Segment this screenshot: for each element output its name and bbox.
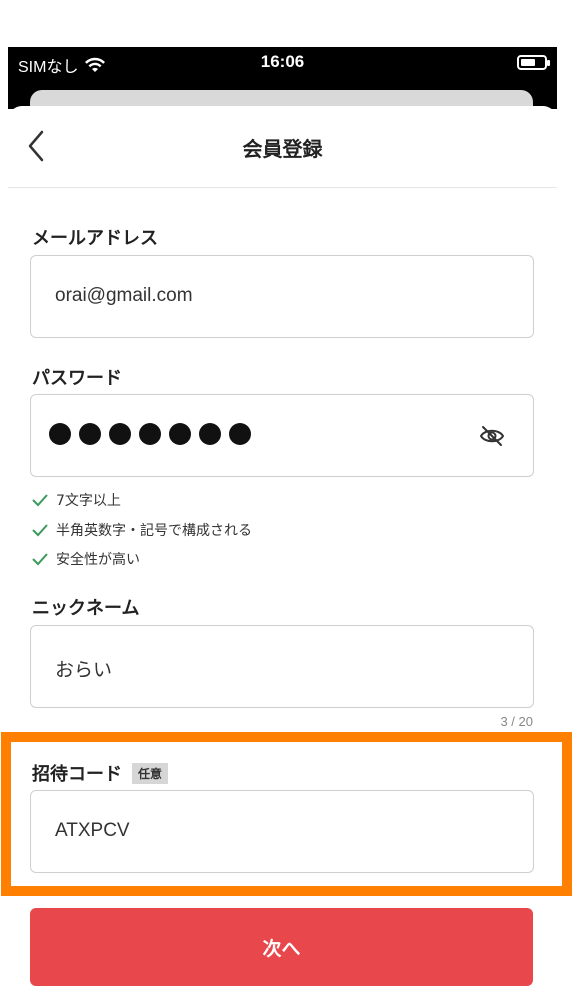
password-rule-strength: 安全性が高い bbox=[32, 549, 140, 569]
password-mask-dot bbox=[229, 423, 251, 445]
password-mask-dot bbox=[199, 423, 221, 445]
email-field[interactable]: orai@gmail.com bbox=[30, 255, 534, 338]
nickname-value: おらい bbox=[55, 660, 113, 681]
nickname-label: ニックネーム bbox=[32, 598, 140, 619]
password-rule-charset: 半角英数字・記号で構成される bbox=[32, 520, 252, 540]
status-time: 16:06 bbox=[260, 52, 305, 71]
password-field[interactable] bbox=[30, 394, 534, 477]
email-value: orai@gmail.com bbox=[55, 285, 193, 306]
password-mask-dot bbox=[139, 423, 161, 445]
nickname-char-counter: 3 / 20 bbox=[500, 714, 533, 729]
nav-bar: 会員登録 bbox=[8, 106, 557, 188]
toggle-password-visibility-button[interactable] bbox=[479, 424, 505, 448]
page-title: 会員登録 bbox=[242, 137, 323, 161]
eye-off-icon bbox=[479, 426, 505, 446]
password-rule-text: 7文字以上 bbox=[56, 493, 121, 509]
next-button[interactable]: 次へ bbox=[30, 908, 533, 986]
password-rule-text: 半角英数字・記号で構成される bbox=[56, 523, 252, 539]
check-icon bbox=[32, 524, 48, 537]
check-icon bbox=[32, 553, 48, 566]
email-label: メールアドレス bbox=[32, 228, 158, 249]
password-mask-dot bbox=[169, 423, 191, 445]
invite-code-highlight-frame bbox=[1, 732, 572, 896]
password-mask-dot bbox=[109, 423, 131, 445]
nickname-field[interactable]: おらい bbox=[30, 625, 534, 708]
password-rule-text: 安全性が高い bbox=[56, 552, 140, 568]
check-icon bbox=[32, 494, 48, 507]
password-mask-dot bbox=[79, 423, 101, 445]
battery-icon bbox=[517, 55, 550, 70]
password-label: パスワード bbox=[32, 368, 122, 389]
password-rule-length: 7文字以上 bbox=[32, 490, 121, 510]
next-button-label: 次へ bbox=[262, 937, 301, 960]
password-mask-dot bbox=[49, 423, 71, 445]
password-mask bbox=[49, 423, 251, 445]
